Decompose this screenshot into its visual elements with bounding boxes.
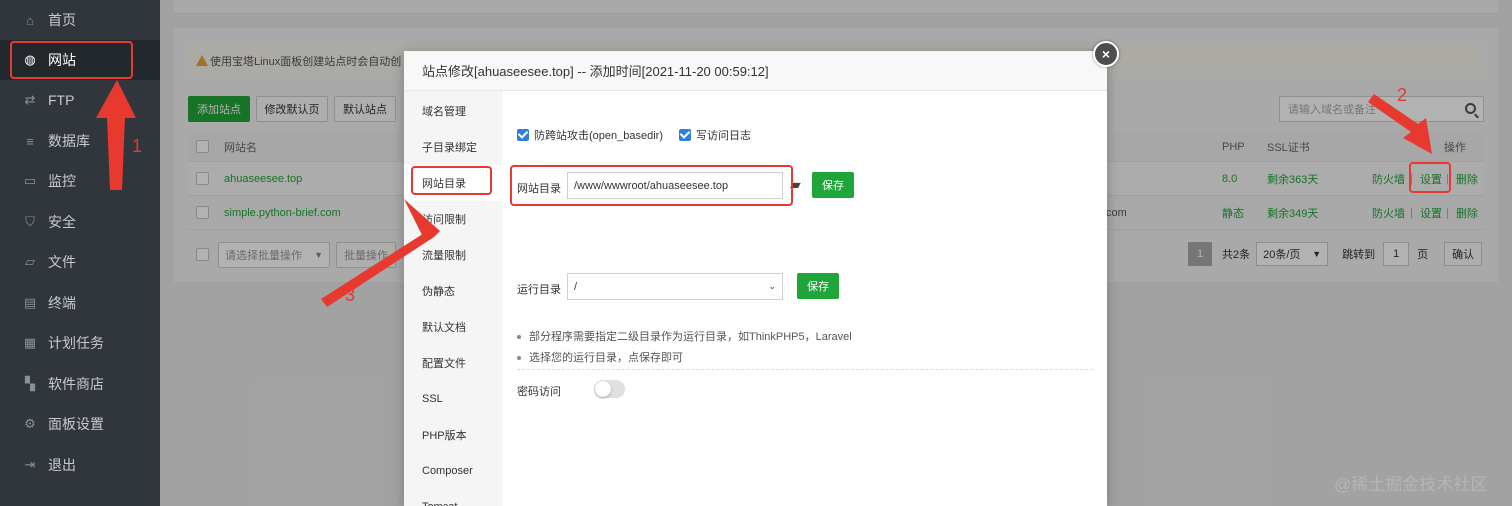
sidebar-item-panel-settings[interactable]: ⚙ 面板设置 bbox=[0, 404, 160, 444]
shield-icon: ⛉ bbox=[25, 214, 35, 229]
annotation-number-3: 3 bbox=[345, 285, 356, 305]
run-dir-select[interactable]: / ⌄ bbox=[567, 273, 783, 300]
sidebar-item-label: FTP bbox=[48, 92, 75, 108]
sidebar-item-ftp[interactable]: ⇄ FTP bbox=[0, 80, 160, 120]
close-icon[interactable]: × bbox=[1093, 41, 1119, 67]
tab-ssl[interactable]: SSL bbox=[404, 381, 503, 417]
tab-config-file[interactable]: 配置文件 bbox=[404, 345, 503, 381]
sidebar-item-label: 安全 bbox=[48, 214, 76, 230]
tab-composer[interactable]: Composer bbox=[404, 453, 503, 489]
sidebar-item-label: 计划任务 bbox=[48, 335, 104, 351]
run-dir-save-button[interactable]: 保存 bbox=[797, 273, 839, 299]
sidebar-item-label: 首页 bbox=[48, 12, 76, 28]
site-dir-save-button[interactable]: 保存 bbox=[812, 172, 854, 198]
annotation-box-settings bbox=[1409, 162, 1451, 193]
tab-default-doc[interactable]: 默认文档 bbox=[404, 309, 503, 345]
tab-access-limit[interactable]: 访问限制 bbox=[404, 201, 503, 237]
tab-tomcat[interactable]: Tomcat bbox=[404, 489, 503, 506]
tab-rewrite[interactable]: 伪静态 bbox=[404, 273, 503, 309]
sidebar-item-label: 面板设置 bbox=[48, 416, 104, 432]
option-anti-cross[interactable]: 防跨站攻击(open_basedir) bbox=[517, 127, 663, 143]
sidebar-item-label: 软件商店 bbox=[48, 376, 104, 392]
checkbox-checked-icon[interactable] bbox=[517, 129, 529, 141]
home-icon: ⌂ bbox=[26, 12, 34, 28]
option-access-log[interactable]: 写访问日志 bbox=[679, 127, 751, 143]
sidebar-item-home[interactable]: ⌂ 首页 bbox=[0, 0, 160, 40]
chevron-down-icon: ⌄ bbox=[768, 281, 776, 291]
sidebar-item-label: 数据库 bbox=[48, 133, 90, 149]
sidebar-item-store[interactable]: ▚ 软件商店 bbox=[0, 364, 160, 404]
sidebar-item-label: 退出 bbox=[48, 457, 76, 473]
ftp-icon: ⇄ bbox=[24, 92, 36, 107]
annotation-box-site-dir-field bbox=[510, 165, 793, 206]
sidebar-item-files[interactable]: ▱ 文件 bbox=[0, 242, 160, 282]
sidebar-item-cron[interactable]: ▦ 计划任务 bbox=[0, 323, 160, 363]
run-dir-value: / bbox=[574, 280, 578, 293]
option-label: 防跨站攻击(open_basedir) bbox=[534, 130, 663, 142]
sidebar-item-security[interactable]: ⛉ 安全 bbox=[0, 202, 160, 242]
folder-icon: ▱ bbox=[25, 254, 35, 269]
dialog-tab-list: 域名管理 子目录绑定 网站目录 访问限制 流量限制 伪静态 默认文档 配置文件 … bbox=[404, 91, 503, 506]
watermark: @稀土掘金技术社区 bbox=[1334, 475, 1488, 494]
annotation-number-2: 2 bbox=[1397, 85, 1408, 105]
tab-subdir-binding[interactable]: 子目录绑定 bbox=[404, 129, 503, 165]
tip-item: 部分程序需要指定二级目录作为运行目录，如ThinkPHP5，Laravel bbox=[517, 328, 852, 344]
sidebar-item-label: 文件 bbox=[48, 254, 76, 270]
database-icon: ≡ bbox=[26, 133, 34, 149]
sidebar-item-label: 终端 bbox=[48, 295, 76, 311]
dialog-body: 防跨站攻击(open_basedir) 写访问日志 网站目录 /www/wwwr… bbox=[503, 91, 1107, 506]
annotation-box-site-dir-tab bbox=[411, 166, 492, 195]
annotation-box-website bbox=[10, 41, 133, 79]
site-edit-dialog: 站点修改[ahuaseesee.top] -- 添加时间[2021-11-20 … bbox=[404, 51, 1107, 506]
tip-item: 选择您的运行目录，点保存即可 bbox=[517, 349, 683, 365]
terminal-icon: ▤ bbox=[23, 295, 37, 310]
run-dir-label: 运行目录 bbox=[517, 284, 561, 296]
checkbox-checked-icon[interactable] bbox=[679, 129, 691, 141]
annotation-number-1: 1 bbox=[132, 136, 143, 156]
monitor-icon: ▭ bbox=[23, 173, 37, 188]
password-access-toggle[interactable] bbox=[594, 380, 625, 398]
sidebar-item-logout[interactable]: ⇥ 退出 bbox=[0, 445, 160, 485]
sidebar-item-label: 监控 bbox=[48, 173, 76, 189]
tab-traffic-limit[interactable]: 流量限制 bbox=[404, 237, 503, 273]
dialog-title: 站点修改[ahuaseesee.top] -- 添加时间[2021-11-20 … bbox=[404, 51, 1107, 91]
password-access-label: 密码访问 bbox=[517, 386, 561, 398]
logout-icon: ⇥ bbox=[24, 457, 36, 472]
apps-icon: ▚ bbox=[25, 376, 35, 391]
option-label: 写访问日志 bbox=[696, 130, 751, 142]
sidebar-item-monitor[interactable]: ▭ 监控 bbox=[0, 161, 160, 201]
divider bbox=[517, 369, 1093, 370]
tab-domain-management[interactable]: 域名管理 bbox=[404, 93, 503, 129]
gear-icon: ⚙ bbox=[24, 416, 36, 431]
tab-php-version[interactable]: PHP版本 bbox=[404, 417, 503, 453]
sidebar-item-terminal[interactable]: ▤ 终端 bbox=[0, 283, 160, 323]
calendar-icon: ▦ bbox=[23, 335, 37, 350]
